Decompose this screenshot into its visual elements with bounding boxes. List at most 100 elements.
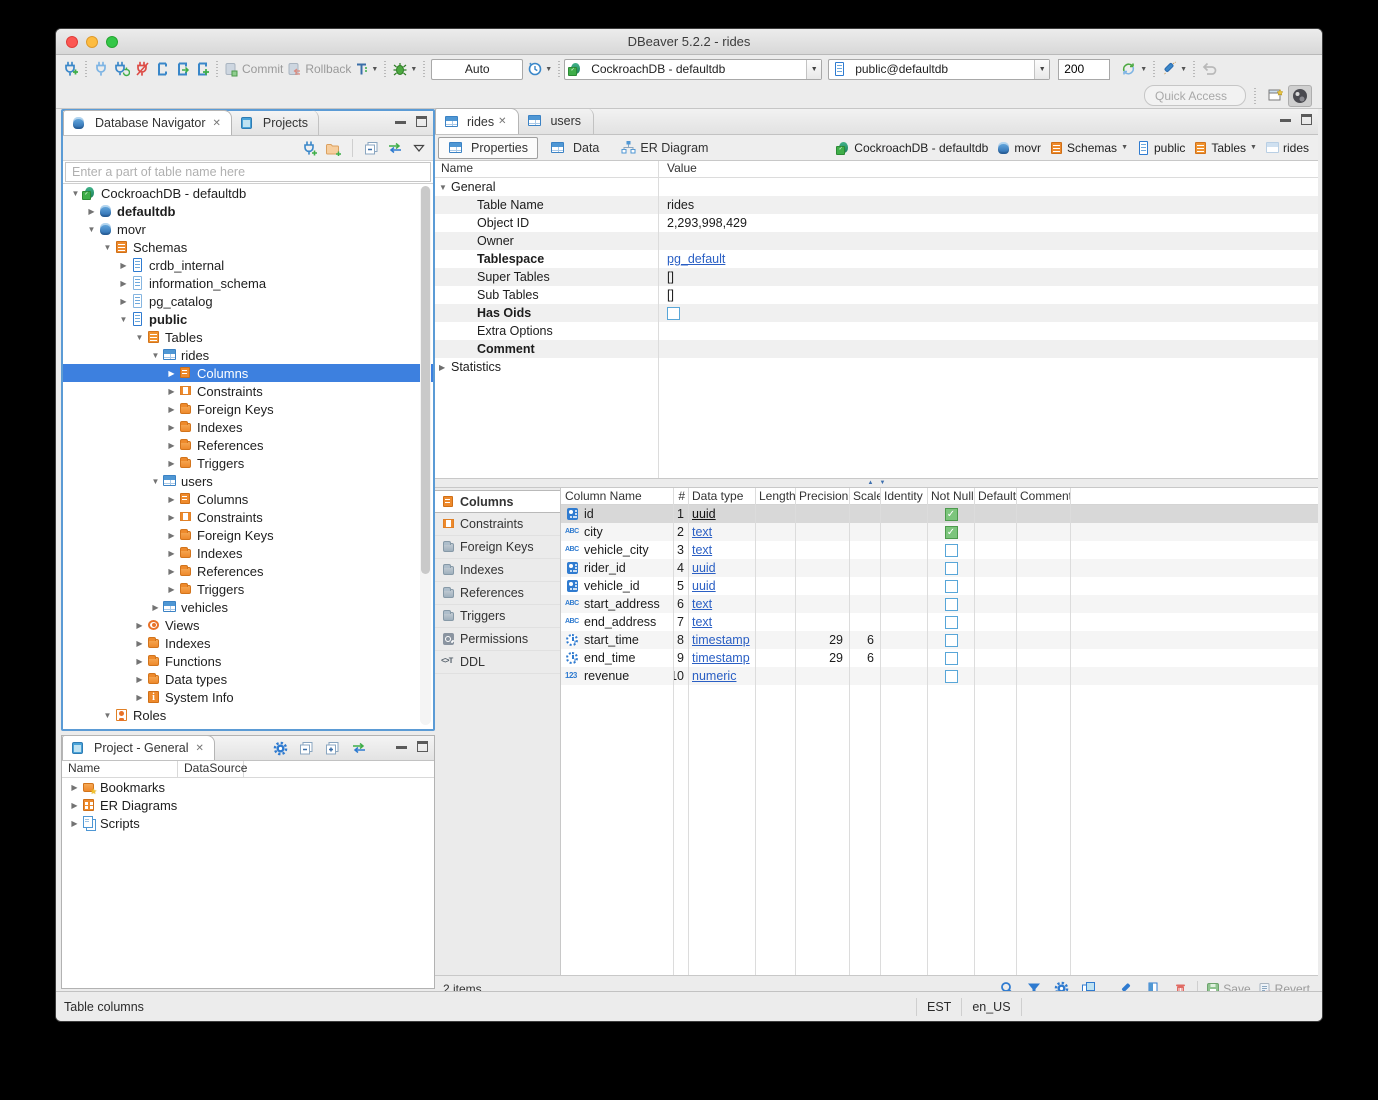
header-length[interactable]: Length (755, 488, 795, 504)
tree-item[interactable]: ▶ Columns (63, 364, 433, 382)
breadcrumb-item[interactable]: movr ▼ (993, 141, 1044, 155)
rollback-button[interactable]: Rollback (285, 58, 353, 80)
tree-item[interactable]: ▶ System Info (63, 688, 433, 706)
tree-item[interactable]: ▶ Indexes (63, 634, 433, 652)
splitter-sash[interactable]: ▲ ▼ (435, 479, 1318, 488)
tree-item[interactable]: ▼ Schemas (63, 238, 433, 256)
expand-arrow-icon[interactable]: ▼ (439, 183, 451, 192)
expand-arrow-icon[interactable]: ▶ (165, 585, 178, 594)
column-row[interactable]: vehicle_city 3 text (561, 541, 1318, 559)
tree-item[interactable]: ▼ Roles (63, 706, 433, 724)
property-value[interactable]: 2,293,998,429 (667, 216, 747, 230)
tree-item[interactable]: ▶ Triggers (63, 580, 433, 598)
data-type-link[interactable]: uuid (692, 579, 716, 593)
tree-item[interactable]: ▶ Indexes (63, 418, 433, 436)
tab-er-diagram[interactable]: ER Diagram (611, 137, 718, 159)
transaction-history-button[interactable]: ▼ (525, 58, 554, 80)
has-oids-checkbox[interactable] (667, 307, 680, 320)
tree-item[interactable]: ▶ Functions (63, 652, 433, 670)
expand-arrow-icon[interactable]: ▶ (117, 279, 130, 288)
expand-arrow-icon[interactable]: ▶ (68, 783, 81, 792)
column-row[interactable]: start_time 8 timestamp 29 6 (561, 631, 1318, 649)
data-type-link[interactable]: text (692, 597, 712, 611)
quick-access-field[interactable]: Quick Access (1144, 85, 1246, 106)
expand-arrow-icon[interactable]: ▶ (165, 423, 178, 432)
header-comment[interactable]: Comment (1016, 488, 1070, 504)
expand-arrow-icon[interactable]: ▼ (149, 351, 162, 360)
breadcrumb-item[interactable]: Schemas ▼ (1046, 141, 1131, 155)
not-null-checkbox[interactable] (945, 598, 958, 611)
expand-arrow-icon[interactable]: ▶ (165, 567, 178, 576)
project-settings-button[interactable] (270, 737, 290, 759)
link-with-editor-button[interactable] (384, 137, 406, 159)
expand-arrow-icon[interactable]: ▼ (101, 243, 114, 252)
data-type-link[interactable]: text (692, 525, 712, 539)
tab-rides[interactable]: rides ✕ (435, 108, 519, 134)
sash-down-icon[interactable]: ▼ (880, 480, 886, 486)
minimize-view-icon[interactable] (395, 114, 406, 124)
property-row[interactable]: Table Name rides (435, 196, 1318, 214)
header-ordinal[interactable]: # (673, 488, 688, 504)
expand-arrow-icon[interactable]: ▶ (165, 369, 178, 378)
expand-arrow-icon[interactable]: ▶ (133, 639, 146, 648)
column-row[interactable]: end_address 7 text (561, 613, 1318, 631)
expand-arrow-icon[interactable]: ▶ (165, 531, 178, 540)
expand-arrow-icon[interactable]: ▼ (133, 333, 146, 342)
open-perspective-button[interactable] (1264, 85, 1288, 107)
tree-item[interactable]: ▶ References (63, 436, 433, 454)
column-row[interactable]: end_time 9 timestamp 29 6 (561, 649, 1318, 667)
tab-project-general[interactable]: Project - General ✕ (62, 735, 215, 760)
tree-item[interactable]: ▶ Columns (63, 490, 433, 508)
breadcrumb-item[interactable]: CockroachDB - defaultdb ▼ (833, 141, 991, 155)
header-scale[interactable]: Scale (849, 488, 880, 504)
new-sql-editor-button[interactable] (192, 58, 212, 80)
expand-arrow-icon[interactable]: ▶ (165, 387, 178, 396)
column-header-value[interactable]: Value (658, 161, 697, 177)
column-header-datasource[interactable]: DataSource (178, 761, 244, 777)
locale-indicator[interactable]: en_US (962, 998, 1021, 1016)
tree-item[interactable]: ▼ public (63, 310, 433, 328)
tree-item[interactable]: ▶ pg_catalog (63, 292, 433, 310)
property-row[interactable]: Sub Tables [] (435, 286, 1318, 304)
expand-arrow-icon[interactable]: ▼ (117, 315, 130, 324)
not-null-checkbox[interactable] (945, 562, 958, 575)
data-type-link[interactable]: timestamp (692, 633, 750, 647)
tree-scrollbar[interactable] (420, 186, 431, 725)
object-section-tab[interactable]: References (435, 582, 560, 605)
column-row[interactable]: vehicle_id 5 uuid (561, 577, 1318, 595)
data-type-link[interactable]: timestamp (692, 651, 750, 665)
debug-button[interactable]: ▼ (390, 58, 419, 80)
breadcrumb-item[interactable]: Tables ▼ (1190, 141, 1260, 155)
tree-item[interactable]: ▶ Views (63, 616, 433, 634)
expand-arrow-icon[interactable]: ▶ (165, 459, 178, 468)
tab-users[interactable]: users (519, 108, 594, 134)
expand-arrow-icon[interactable]: ▶ (133, 621, 146, 630)
minimize-view-icon[interactable] (396, 739, 407, 749)
open-sql-console-button[interactable] (172, 58, 192, 80)
maximize-view-icon[interactable] (416, 116, 427, 127)
transaction-log-button[interactable]: ▼ (353, 58, 380, 80)
tree-item[interactable]: ▼ Tables (63, 328, 433, 346)
breadcrumb-item[interactable]: public ▼ (1133, 141, 1188, 155)
active-connection-combo[interactable]: CockroachDB - defaultdb ▼ (564, 59, 822, 80)
tab-data[interactable]: Data (540, 137, 609, 159)
sql-editor-button[interactable] (152, 58, 172, 80)
property-row[interactable]: ▼ General (435, 178, 1318, 196)
column-row[interactable]: id 1 uuid (561, 505, 1318, 523)
transaction-mode-combo[interactable]: Auto (431, 59, 523, 80)
not-null-checkbox[interactable] (945, 544, 958, 557)
scrollbar-thumb[interactable] (421, 186, 430, 574)
expand-arrow-icon[interactable]: ▶ (165, 405, 178, 414)
tab-properties[interactable]: Properties (438, 137, 538, 159)
collapse-all-button[interactable] (361, 137, 381, 159)
property-row[interactable]: Object ID 2,293,998,429 (435, 214, 1318, 232)
expand-arrow-icon[interactable]: ▶ (165, 513, 178, 522)
view-menu-button[interactable] (409, 137, 429, 159)
property-row[interactable]: Extra Options (435, 322, 1318, 340)
new-connection-small-button[interactable] (300, 137, 320, 159)
disconnect-button[interactable] (132, 58, 152, 80)
property-value[interactable]: rides (667, 198, 694, 212)
chevron-down-icon[interactable]: ▼ (806, 60, 821, 79)
expand-arrow-icon[interactable]: ▼ (101, 711, 114, 720)
property-row[interactable]: Tablespace pg_default (435, 250, 1318, 268)
